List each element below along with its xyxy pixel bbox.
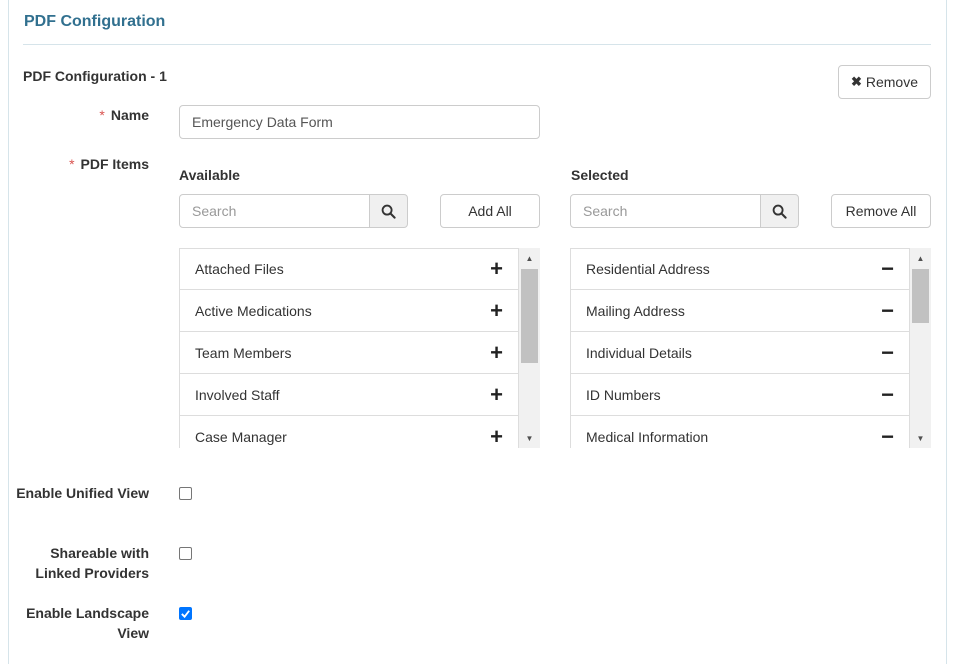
list-item-label: Medical Information [586, 428, 709, 445]
list-item[interactable]: Case Manager + [179, 416, 519, 448]
available-search-input[interactable] [179, 194, 370, 228]
minus-icon[interactable]: − [881, 425, 894, 448]
enable-unified-view-checkbox[interactable] [179, 487, 192, 500]
search-icon [772, 204, 787, 219]
list-item-label: Involved Staff [195, 386, 280, 403]
list-item-label: Mailing Address [586, 302, 685, 319]
remove-button-label: Remove [865, 74, 919, 90]
name-input[interactable] [179, 105, 540, 139]
selected-search-button[interactable] [760, 194, 799, 228]
enable-landscape-view-checkbox[interactable] [179, 607, 192, 620]
plus-icon[interactable]: + [490, 425, 503, 448]
panel-title: PDF Configuration [24, 13, 166, 30]
plus-icon[interactable]: + [490, 383, 503, 406]
checkmark-icon [181, 610, 190, 619]
selected-items-list: Residential Address − Mailing Address − … [570, 248, 931, 448]
scroll-up-arrow-icon[interactable]: ▲ [519, 250, 540, 266]
list-item-label: Active Medications [195, 302, 312, 319]
list-item[interactable]: Attached Files + [179, 248, 519, 290]
list-item[interactable]: Mailing Address − [570, 290, 910, 332]
name-label: * Name [99, 107, 149, 123]
list-item[interactable]: Active Medications + [179, 290, 519, 332]
minus-icon[interactable]: − [881, 383, 894, 406]
remove-config-button[interactable]: ✖ Remove [838, 65, 931, 99]
pdf-items-label: * PDF Items [69, 156, 149, 172]
scroll-up-arrow-icon[interactable]: ▲ [910, 250, 931, 266]
available-heading: Available [179, 167, 240, 183]
minus-icon[interactable]: − [881, 341, 894, 364]
enable-landscape-view-label: Enable Landscape View [26, 605, 149, 641]
enable-unified-view-label: Enable Unified View [16, 485, 149, 501]
panel-divider [23, 44, 931, 45]
minus-icon[interactable]: − [881, 258, 894, 280]
list-item[interactable]: Medical Information − [570, 416, 910, 448]
shareable-linked-providers-label: Shareable with Linked Providers [35, 545, 149, 581]
plus-icon[interactable]: + [490, 299, 503, 322]
list-item-label: ID Numbers [586, 386, 661, 403]
remove-all-button[interactable]: Remove All [831, 194, 931, 228]
plus-icon[interactable]: + [490, 341, 503, 364]
selected-heading: Selected [571, 167, 629, 183]
minus-icon[interactable]: − [881, 299, 894, 322]
scroll-down-arrow-icon[interactable]: ▼ [519, 430, 540, 446]
list-item-label: Residential Address [586, 261, 710, 277]
list-item[interactable]: Involved Staff + [179, 374, 519, 416]
available-search-button[interactable] [369, 194, 408, 228]
available-scrollbar[interactable]: ▲ ▼ [519, 248, 540, 448]
list-item-label: Case Manager [195, 428, 287, 445]
list-item-label: Individual Details [586, 344, 692, 361]
required-marker: * [69, 156, 75, 172]
plus-icon[interactable]: + [490, 258, 503, 280]
required-marker: * [99, 107, 105, 123]
scrollbar-thumb[interactable] [912, 269, 929, 323]
selected-scrollbar[interactable]: ▲ ▼ [910, 248, 931, 448]
close-icon: ✖ [850, 74, 862, 89]
available-items-list: Attached Files + Active Medications + Te… [179, 248, 540, 448]
list-item[interactable]: Residential Address − [570, 248, 910, 290]
scroll-down-arrow-icon[interactable]: ▼ [910, 430, 931, 446]
config-section-title: PDF Configuration - 1 [23, 68, 167, 84]
list-item[interactable]: Team Members + [179, 332, 519, 374]
list-item[interactable]: Individual Details − [570, 332, 910, 374]
add-all-button[interactable]: Add All [440, 194, 540, 228]
selected-search-input[interactable] [570, 194, 761, 228]
list-item[interactable]: ID Numbers − [570, 374, 910, 416]
list-item-label: Attached Files [195, 261, 284, 277]
search-icon [381, 204, 396, 219]
scrollbar-thumb[interactable] [521, 269, 538, 363]
list-item-label: Team Members [195, 344, 292, 361]
shareable-linked-providers-checkbox[interactable] [179, 547, 192, 560]
